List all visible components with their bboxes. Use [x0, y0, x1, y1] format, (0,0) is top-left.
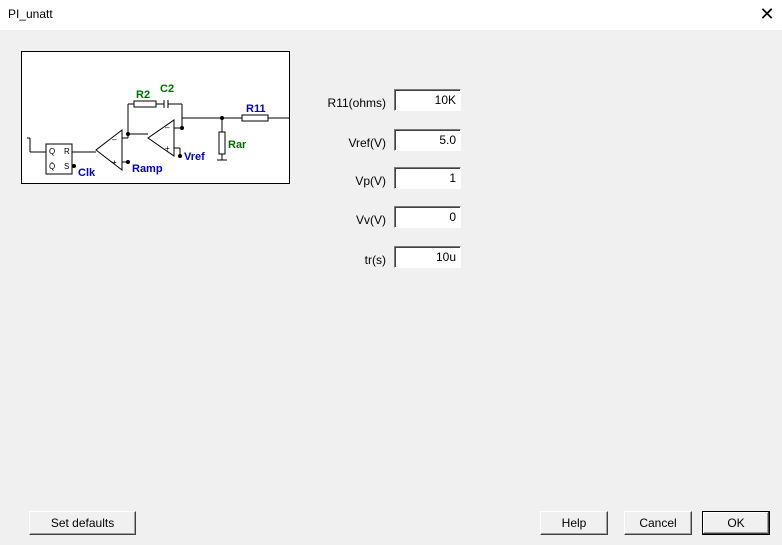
flipflop-r-label: R	[64, 147, 70, 156]
vp-input[interactable]	[394, 167, 461, 189]
ok-button[interactable]: OK	[702, 511, 770, 535]
flipflop-qbar-label: Q̄	[49, 162, 55, 171]
title-bar: PI_unatt ✕	[0, 0, 782, 30]
schematic-label-vref: Vref	[184, 151, 205, 163]
r11-label: R11(ohms)	[327, 96, 386, 110]
vv-input[interactable]	[394, 206, 461, 228]
comparator-minus-label: –	[112, 135, 117, 144]
tr-label: tr(s)	[364, 253, 386, 267]
flipflop-q-label: Q	[49, 147, 55, 156]
comparator-plus-label: +	[112, 158, 117, 167]
vref-input[interactable]	[394, 129, 461, 151]
window-title: PI_unatt	[8, 7, 53, 21]
close-icon[interactable]: ✕	[752, 0, 782, 30]
vp-label: Vp(V)	[355, 174, 386, 188]
vref-label: Vref(V)	[348, 136, 386, 150]
schematic-label-rar: Rar	[228, 139, 247, 151]
help-button[interactable]: Help	[540, 511, 608, 535]
r11-input[interactable]	[394, 89, 461, 111]
schematic-label-ramp: Ramp	[132, 163, 163, 175]
schematic-label-c2: C2	[160, 83, 174, 95]
circuit-schematic: R2 C2 R11 Rar Vref Ramp Clk Q R Q̄ S – +…	[21, 51, 290, 184]
opamp-plus-label: +	[165, 144, 170, 153]
schematic-label-r2: R2	[136, 89, 150, 101]
set-defaults-button[interactable]: Set defaults	[29, 511, 136, 535]
flipflop-s-label: S	[64, 162, 69, 171]
schematic-label-r11: R11	[246, 103, 266, 115]
cancel-button[interactable]: Cancel	[624, 511, 692, 535]
tr-input[interactable]	[394, 246, 461, 268]
vv-label: Vv(V)	[356, 213, 386, 227]
opamp-minus-label: –	[165, 123, 170, 132]
schematic-label-clk: Clk	[78, 167, 96, 179]
